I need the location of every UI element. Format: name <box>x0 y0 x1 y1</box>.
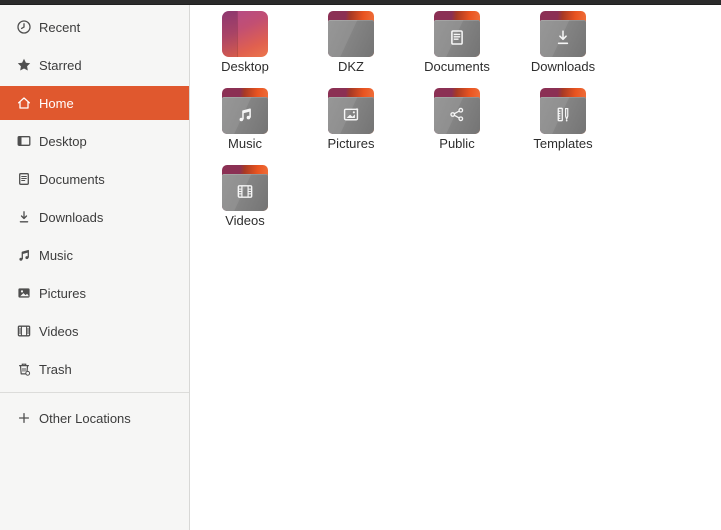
sidebar-item-label: Trash <box>39 361 72 377</box>
file-item-downloads[interactable]: Downloads <box>510 9 616 86</box>
sidebar-item-label: Music <box>39 247 73 263</box>
trash-icon <box>16 361 32 377</box>
folder-downloads-icon <box>539 9 587 57</box>
file-item-videos[interactable]: Videos <box>192 163 298 240</box>
home-icon <box>16 95 32 111</box>
sidebar-item-starred[interactable]: Starred <box>0 48 189 82</box>
documents-icon <box>16 171 32 187</box>
file-item-templates[interactable]: Templates <box>510 86 616 163</box>
file-item-dkz[interactable]: DKZ <box>298 9 404 86</box>
file-item-label: Desktop <box>221 59 269 74</box>
sidebar-item-label: Downloads <box>39 209 104 225</box>
file-item-public[interactable]: Public <box>404 86 510 163</box>
file-item-label: Pictures <box>327 136 375 151</box>
file-item-label: Templates <box>533 136 593 151</box>
folder-music-icon <box>221 86 269 134</box>
file-item-label: Documents <box>424 59 490 74</box>
sidebar-item-label: Pictures <box>39 285 86 301</box>
sidebar-item-desktop[interactable]: Desktop <box>0 124 189 158</box>
file-item-label: Videos <box>225 213 265 228</box>
sidebar-item-music[interactable]: Music <box>0 238 189 272</box>
templates-emblem-icon <box>554 105 573 124</box>
sidebar-item-label: Starred <box>39 57 82 73</box>
sidebar-item-documents[interactable]: Documents <box>0 162 189 196</box>
folder-pictures-icon <box>327 86 375 134</box>
sidebar-item-label: Documents <box>39 171 105 187</box>
plus-icon <box>16 410 32 426</box>
file-item-desktop[interactable]: Desktop <box>192 9 298 86</box>
sidebar-item-recent[interactable]: Recent <box>0 10 189 44</box>
file-item-label: Music <box>228 136 262 151</box>
desktop-icon <box>16 133 32 149</box>
sidebar-item-downloads[interactable]: Downloads <box>0 200 189 234</box>
folder-templates-icon <box>539 86 587 134</box>
folder-videos-icon <box>221 163 269 211</box>
sidebar-divider <box>0 392 189 393</box>
downloads-emblem-icon <box>554 28 573 47</box>
share-emblem-icon <box>448 105 467 124</box>
videos-icon <box>16 323 32 339</box>
pictures-emblem-icon <box>342 105 361 124</box>
clock-icon <box>16 19 32 35</box>
file-item-label: Downloads <box>530 59 596 74</box>
sidebar-item-home[interactable]: Home <box>0 86 189 120</box>
downloads-icon <box>16 209 32 225</box>
window-content: Recent Starred Home Desktop Documents Do… <box>0 5 721 530</box>
file-item-label: Public <box>439 136 475 151</box>
places-sidebar: Recent Starred Home Desktop Documents Do… <box>0 5 190 530</box>
star-icon <box>16 57 32 73</box>
file-grid: Desktop DKZ Documents Downloads Music Pi… <box>190 5 721 530</box>
pictures-icon <box>16 285 32 301</box>
sidebar-item-label: Desktop <box>39 133 87 149</box>
sidebar-item-label: Home <box>39 95 74 111</box>
sidebar-item-label: Videos <box>39 323 79 339</box>
file-item-label: DKZ <box>338 59 364 74</box>
sidebar-item-label: Other Locations <box>39 410 131 426</box>
sidebar-item-other-locations[interactable]: Other Locations <box>0 401 189 435</box>
music-emblem-icon <box>236 105 255 124</box>
folder-icon <box>327 9 375 57</box>
sidebar-item-trash[interactable]: Trash <box>0 352 189 386</box>
file-item-pictures[interactable]: Pictures <box>298 86 404 163</box>
videos-emblem-icon <box>236 182 255 201</box>
sidebar-item-videos[interactable]: Videos <box>0 314 189 348</box>
sidebar-item-pictures[interactable]: Pictures <box>0 276 189 310</box>
folder-documents-icon <box>433 9 481 57</box>
user-desktop-icon <box>221 9 269 57</box>
folder-public-icon <box>433 86 481 134</box>
file-item-music[interactable]: Music <box>192 86 298 163</box>
file-manager-window: Recent Starred Home Desktop Documents Do… <box>0 0 721 530</box>
music-icon <box>16 247 32 263</box>
sidebar-item-label: Recent <box>39 19 81 35</box>
file-item-documents[interactable]: Documents <box>404 9 510 86</box>
documents-emblem-icon <box>448 28 467 47</box>
